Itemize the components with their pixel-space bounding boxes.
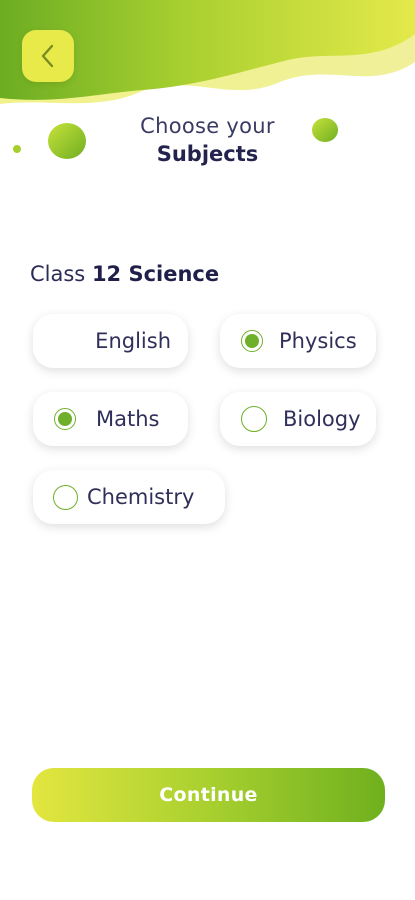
- radio-unchecked-icon[interactable]: [53, 484, 78, 510]
- subject-label-physics: Physics: [279, 329, 357, 353]
- chevron-left-icon: [41, 44, 54, 68]
- subject-label-maths: Maths: [96, 407, 160, 431]
- back-button[interactable]: [22, 30, 74, 82]
- page-title: Choose your Subjects: [0, 114, 415, 166]
- radio-checked-icon[interactable]: [54, 408, 76, 430]
- subject-chip-biology[interactable]: Biology: [220, 392, 376, 446]
- subject-chip-maths[interactable]: Maths: [33, 392, 188, 446]
- class-heading: Class 12 Science: [30, 262, 219, 286]
- title-line-2: Subjects: [156, 142, 259, 166]
- continue-label: Continue: [159, 784, 258, 806]
- subject-label-english: English: [95, 329, 171, 353]
- class-prefix: Class: [30, 262, 86, 286]
- radio-unchecked-icon[interactable]: [241, 406, 267, 432]
- subject-label-chemistry: Chemistry: [87, 485, 195, 509]
- title-line-1: Choose your: [140, 114, 275, 138]
- subject-chip-chemistry[interactable]: Chemistry: [33, 470, 225, 524]
- subject-chip-physics[interactable]: Physics: [220, 314, 376, 368]
- subject-chip-english[interactable]: English: [33, 314, 188, 368]
- class-name: 12 Science: [91, 262, 220, 286]
- subject-label-biology: Biology: [283, 407, 361, 431]
- continue-button[interactable]: Continue: [32, 768, 385, 822]
- radio-checked-icon[interactable]: [241, 330, 263, 352]
